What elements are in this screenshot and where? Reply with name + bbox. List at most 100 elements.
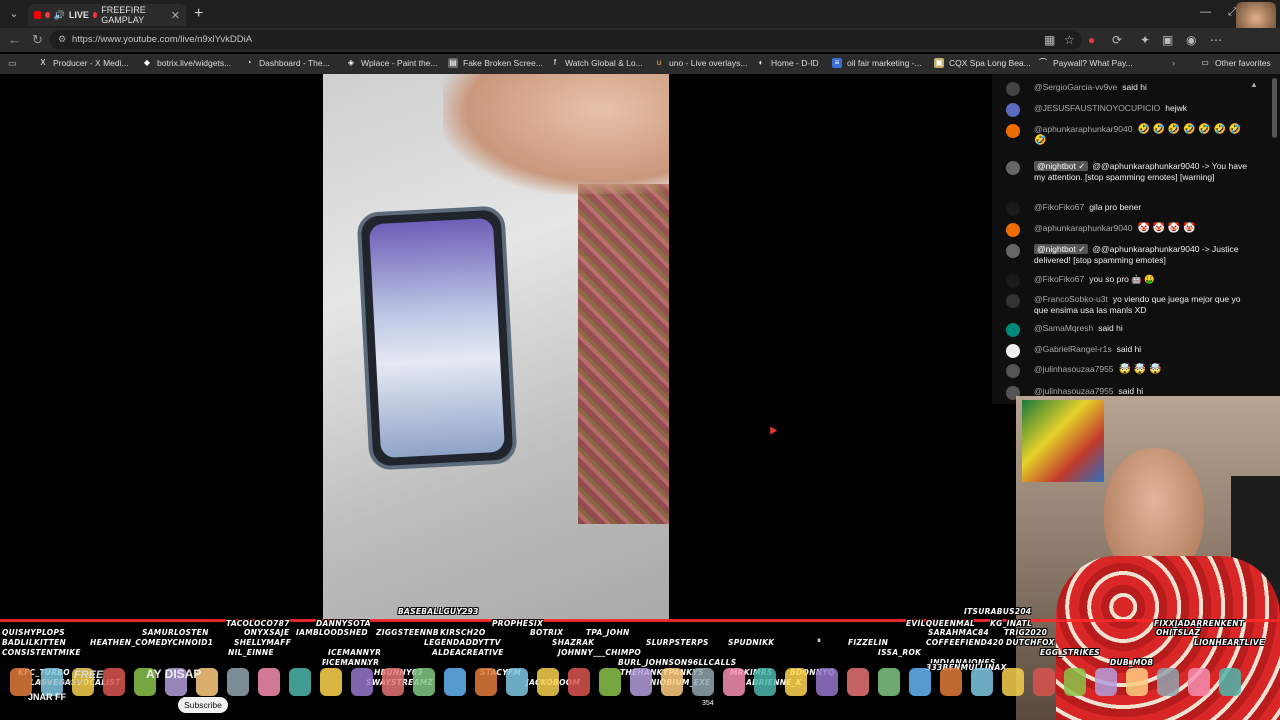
extension-red-icon[interactable]: ● [1088,33,1095,47]
overlay-text: AY DISAP [146,667,202,681]
chat-author[interactable]: @nightbot [1037,161,1076,171]
refresh-extension-icon[interactable]: ⟳ [1112,33,1122,47]
tab-speaker-icon[interactable]: 🔊 [54,10,65,21]
subscribe-button[interactable]: Subscribe [178,697,228,713]
browser-tab-active[interactable]: 🔊 LIVE FREEFIRE GAMPLAY ✕ [28,4,186,26]
bookmark-item[interactable]: f Watch Global & Lo... [550,58,643,68]
viewer-name: ICEMANNYR [326,658,380,667]
chat-avatar[interactable] [1006,323,1020,337]
viewer-avatar-sprite [537,668,559,696]
chevron-right-icon[interactable]: › [1172,58,1175,68]
viewer-name: QUISHYPLOPS [2,628,65,637]
moderator-badge: @nightbot ✓ [1034,161,1089,171]
bookmark-label: Wplace - Paint the... [361,58,438,68]
viewer-name: TPA_JOHN [586,628,630,637]
chat-author[interactable]: @SamaMqresh [1034,323,1093,333]
chat-author[interactable]: @nightbot [1037,244,1076,254]
viewer-name: PROPHESIX [492,619,544,628]
bookmark-item[interactable]: ◔ Dashboard - The... [244,58,330,68]
viewer-avatar-sprite [351,668,373,696]
viewer-name: EGG_STRIKES [1040,648,1100,657]
viewer-avatar-sprite [413,668,435,696]
viewer-avatar-sprite [227,668,249,696]
more-menu-icon[interactable]: ⋯ [1210,33,1222,47]
chat-avatar[interactable] [1006,274,1020,288]
bookmark-item[interactable]: ◈ Wplace - Paint the... [346,58,438,68]
bookmark-label: CQX Spa Long Bea... [949,58,1031,68]
chat-avatar[interactable] [1006,124,1020,138]
minimize-icon[interactable]: — [1200,6,1211,18]
bookmark-item[interactable]: ⌒ Paywall? What Pay... [1038,58,1133,68]
viewer-name: DUB_MOB [1110,658,1154,667]
chat-author[interactable]: @FikoFiko67 [1034,274,1084,284]
chat-scroll-up-icon[interactable]: ▲ [1250,80,1258,89]
viewer-avatar-sprite [1219,668,1241,696]
video-player[interactable] [323,74,669,620]
bookmark-item[interactable]: ▤ Fake Broken Scree... [448,58,543,68]
tab-close-icon[interactable]: ✕ [171,9,180,22]
chat-message: @nightbot ✓ @@aphunkaraphunkar9040 -> You… [1006,161,1256,183]
chat-author[interactable]: @aphunkaraphunkar9040 [1034,223,1132,233]
bookmark-item[interactable]: ◐ Home - D-ID [756,58,819,68]
nightbot-avatar[interactable] [1006,161,1020,175]
chat-author[interactable]: @aphunkaraphunkar9040 [1034,124,1132,134]
viewer-name: DUTCHFOX [1006,638,1055,647]
site-info-icon[interactable]: ⚙ [58,34,66,45]
favorites-bar-icon[interactable]: ✦ [1140,33,1150,47]
viewer-name: SPUDNIKK [728,638,775,647]
tab-grid-icon[interactable]: ▦ [1044,33,1055,47]
nightbot-avatar[interactable] [1006,244,1020,258]
bookmark-item[interactable]: ≡ oil fair marketing -... [832,58,922,68]
viewer-avatar-sprite [754,668,776,696]
chat-avatar[interactable] [1006,364,1020,378]
viewer-avatar-sprite [599,668,621,696]
viewer-name: JOHNNY___CHIMPO [558,648,642,657]
viewer-name: SLURPSTERPS [646,638,709,647]
bookmark-item[interactable]: u uno - Live overlays... [654,58,748,68]
tab-list-dropdown-icon[interactable]: ⌄ [6,6,22,22]
chat-avatar[interactable] [1006,344,1020,358]
bookmark-item[interactable]: ▣ CQX Spa Long Bea... [934,58,1031,68]
viewer-name: SARAHMAC84 [928,628,990,637]
pause-icon[interactable]: ⏸ [817,636,827,646]
account-icon[interactable]: ◉ [1186,33,1196,47]
back-icon[interactable]: ← [8,32,21,47]
chat-author[interactable]: @julinhasouzaa7955 [1034,364,1114,374]
chat-author[interactable]: @JESUSFAUSTINOYOCUPICIO [1034,103,1160,113]
chat-avatar[interactable] [1006,202,1020,216]
other-favorites-label: Other favorites [1215,58,1271,68]
viewer-avatar-sprite [475,668,497,696]
chat-avatar[interactable] [1006,294,1020,308]
video-progress-bar[interactable] [0,619,1280,622]
chat-avatar[interactable] [1006,82,1020,96]
chat-author[interactable]: @julinhasouzaa7955 [1034,386,1114,396]
viewer-avatar-sprite [258,668,280,696]
bookmark-label: Paywall? What Pay... [1053,58,1133,68]
viewer-name: 333BENMULLINAX [926,663,1007,672]
mouse-cursor-icon [766,424,778,435]
chat-author[interactable]: @FikoFiko67 [1034,202,1084,212]
viewer-name: SHELLYMAFF [234,638,292,647]
chat-avatar[interactable] [1006,103,1020,117]
channel-name[interactable]: JNAR FF [28,692,66,702]
chat-author[interactable]: @SergioGarcia-vv9ve [1034,82,1117,92]
favorite-star-icon[interactable]: ☆ [1064,33,1075,47]
collections-icon[interactable]: ▣ [1162,33,1173,47]
new-tab-button[interactable]: + [194,5,203,23]
chat-scrollbar[interactable] [1272,78,1277,138]
bookmark-item[interactable]: ◆ botrix.live/widgets... [142,58,231,68]
url-input[interactable]: https://www.youtube.com/live/n9xlYvkDDiA [50,30,1082,50]
bookmark-item[interactable]: X Producer - X Medi... [38,58,128,68]
reload-icon[interactable]: ↻ [32,32,43,48]
chat-message: @SergioGarcia-vv9ve said hi [1006,82,1256,96]
viewer-name: OHITSLAZ [1156,628,1201,637]
viewer-name: COFFEEFIEND420 [926,638,1004,647]
reading-list-icon[interactable]: ▭ [8,58,17,69]
dashboard-icon: ◔ [246,58,252,67]
address-bar-row: ← ↻ https://www.youtube.com/live/n9xlYvk… [0,28,1280,52]
chat-author[interactable]: @GabrielRangel-r1s [1034,344,1112,354]
other-favorites[interactable]: ▭ Other favorites [1200,58,1271,68]
viewer-name: BURL_JOHNSON96LLCALLS [618,658,737,667]
chat-author[interactable]: @FrancoSobko-u3t [1034,294,1108,304]
chat-avatar[interactable] [1006,223,1020,237]
